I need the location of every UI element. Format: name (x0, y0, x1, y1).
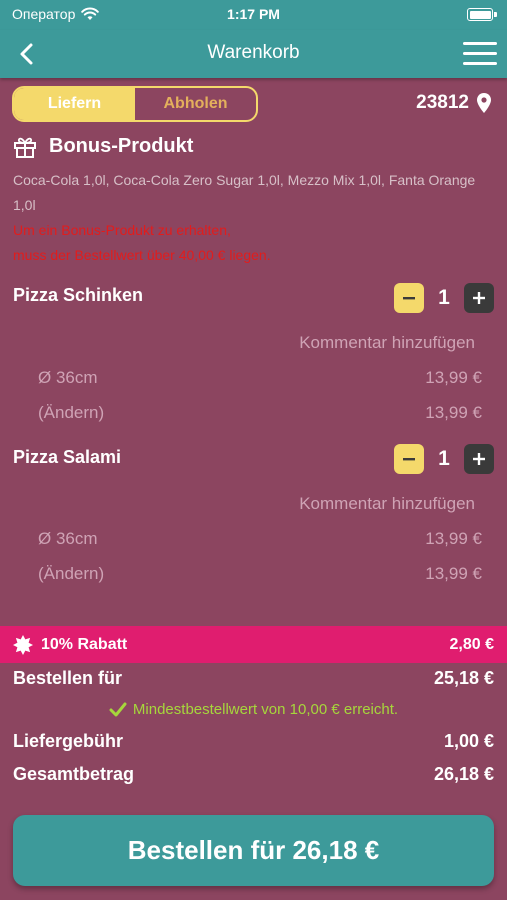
delivery-fee-label: Liefergebühr (13, 731, 124, 751)
total-label: Gesamtbetrag (13, 764, 135, 784)
status-time: 1:17 PM (227, 6, 280, 22)
discount-amount: 2,80 € (449, 635, 494, 653)
minus-icon (403, 458, 415, 461)
item-option-price: 13,99 € (425, 368, 482, 387)
delivery-fee-value: 1,00 € (443, 731, 494, 751)
battery-tip (494, 12, 497, 17)
total-value: 26,18 € (433, 764, 494, 784)
battery-icon (467, 8, 493, 21)
min-order-message: Mindestbestellwert von 10,00 € erreicht. (0, 701, 507, 718)
add-comment-link[interactable]: Kommentar hinzufügen (299, 494, 475, 514)
discount-bar: 10% Rabatt 2,80 € (0, 626, 507, 663)
increase-button[interactable] (464, 283, 494, 313)
add-comment-link[interactable]: Kommentar hinzufügen (299, 333, 475, 353)
min-order-text: Mindestbestellwert von 10,00 € erreicht. (132, 701, 399, 718)
minus-icon (403, 297, 415, 300)
location-zip[interactable]: 23812 (416, 92, 491, 114)
item-option-price: 13,99 € (425, 529, 482, 548)
item-quantity: 1 (438, 286, 450, 309)
delivery-fee-row: Liefergebühr 1,00 € (13, 731, 494, 752)
increase-button[interactable] (464, 444, 494, 474)
quantity-stepper: 1 (394, 444, 494, 474)
bonus-title: Bonus-Produkt (49, 135, 194, 157)
subtotal-value: 25,18 € (433, 668, 494, 688)
checkmark-icon (109, 702, 127, 716)
decrease-button[interactable] (394, 283, 424, 313)
bonus-warning-line2: muss der Bestellwert über 40,00 € liegen… (13, 247, 271, 263)
delivery-mode-toggle: Liefern Abholen (12, 86, 258, 122)
location-pin-icon (477, 93, 491, 113)
discount-label: 10% Rabatt (41, 635, 128, 653)
status-bar: Оператор 1:17 PM (0, 0, 507, 30)
bonus-description: Coca-Cola 1,0l, Coca-Cola Zero Sugar 1,0… (13, 172, 476, 213)
nav-bar: Warenkorb (0, 30, 507, 78)
quantity-stepper: 1 (394, 283, 494, 313)
order-subtotal-row: Bestellen für 25,18 € (13, 668, 494, 689)
subtotal-label: Bestellen für (13, 668, 123, 688)
item-option-price: 13,99 € (425, 403, 482, 422)
item-name: Pizza Schinken (13, 285, 144, 305)
decrease-button[interactable] (394, 444, 424, 474)
item-option-label: Ø 36cm (38, 368, 98, 387)
item-option-label: Ø 36cm (38, 529, 98, 548)
plus-icon (473, 453, 485, 465)
discount-badge-icon (13, 634, 33, 655)
bonus-warning-line1: Um ein Bonus-Produkt zu erhalten, (13, 222, 231, 238)
page-title: Warenkorb (207, 42, 300, 63)
item-quantity: 1 (438, 447, 450, 470)
gift-icon (14, 137, 36, 158)
hamburger-menu-icon[interactable] (463, 40, 497, 68)
change-option-link[interactable]: (Ändern) (38, 403, 104, 423)
zip-code: 23812 (416, 92, 469, 113)
bonus-header: Bonus-Produkt (13, 135, 193, 158)
place-order-button[interactable]: Bestellen für 26,18 € (13, 815, 494, 886)
tab-pickup[interactable]: Abholen (135, 88, 256, 120)
tab-deliver[interactable]: Liefern (14, 88, 135, 120)
item-option-price: 13,99 € (425, 564, 482, 583)
change-option-link[interactable]: (Ändern) (38, 564, 104, 584)
plus-icon (473, 292, 485, 304)
bonus-warning: Um ein Bonus-Produkt zu erhalten, muss d… (13, 218, 493, 268)
item-name: Pizza Salami (13, 447, 122, 467)
total-row: Gesamtbetrag 26,18 € (13, 764, 494, 785)
